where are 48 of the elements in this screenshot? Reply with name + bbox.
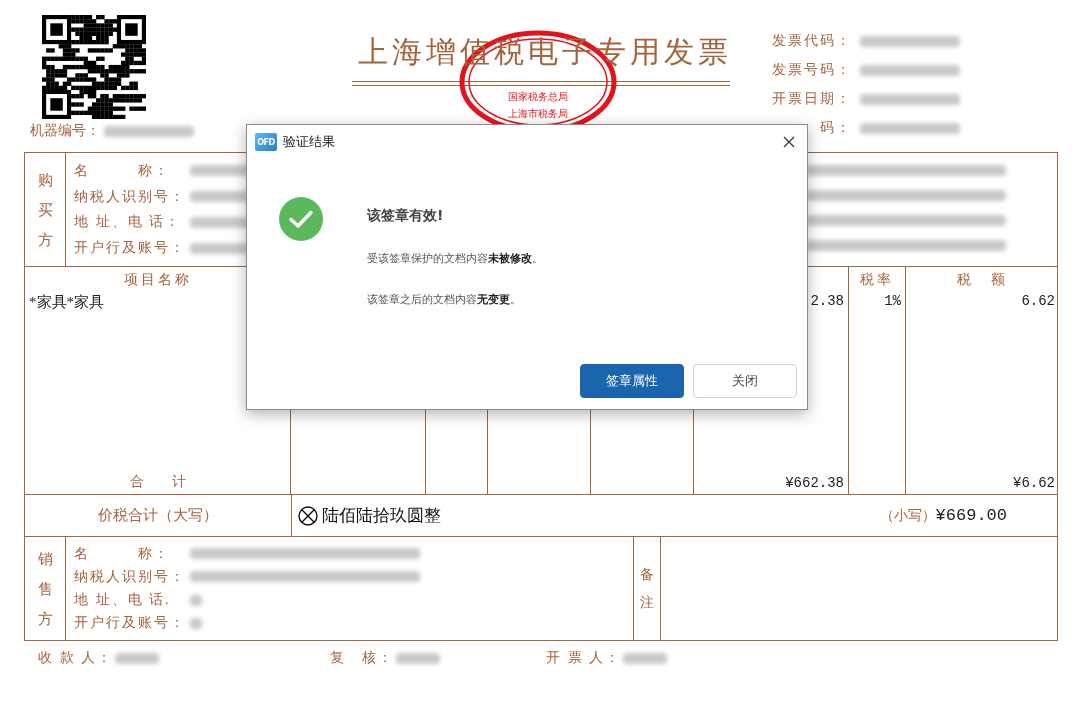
redacted-text	[115, 652, 159, 664]
section-label: 购买方	[37, 170, 53, 250]
field-label: 开 票 人：	[546, 649, 621, 667]
column-header: 税 额	[956, 271, 1009, 289]
table-cell: 1%	[884, 293, 901, 309]
field-label: 价税合计（大写）	[98, 506, 218, 525]
remarks-label: 备注	[640, 565, 654, 612]
field-label: 名 称：	[74, 544, 171, 563]
result-message: 受该签章保护的文档内容未被修改。	[367, 251, 543, 266]
table-cell-text: *家具*家具	[29, 293, 105, 312]
redacted-text	[623, 652, 667, 664]
field-label: 开户行及账号：	[74, 614, 184, 633]
redacted-text	[190, 594, 202, 606]
app-icon: OFD	[255, 133, 277, 151]
field-label: 名 称：	[74, 161, 171, 180]
field-label: 码：	[819, 119, 852, 137]
column-header: 项目名称	[122, 271, 193, 289]
field-label: 收 款 人：	[38, 649, 113, 667]
column-header: 税率	[859, 271, 895, 289]
field-label: 纳税人识别号：	[74, 567, 184, 586]
field-label: （小写）	[879, 507, 936, 525]
redacted-text	[396, 652, 440, 664]
dialog-title: 验证结果	[283, 133, 335, 151]
total-amount: ¥669.00	[935, 506, 1007, 525]
check-icon	[279, 197, 323, 241]
crossed-circle-icon	[298, 505, 318, 526]
total-cell: ¥662.38	[785, 475, 844, 491]
amount-in-words: 陆佰陆拾玖圆整	[322, 505, 441, 527]
table-cell: 6.62	[1021, 293, 1055, 309]
redacted-text	[190, 617, 202, 629]
field-label: 发票代码：	[771, 32, 852, 50]
field-label: 纳税人识别号：	[74, 187, 184, 206]
result-message: 该签章之后的文档内容无变更。	[367, 292, 522, 307]
result-heading: 该签章有效!	[367, 207, 445, 225]
field-label: 地 址、电 话：	[74, 213, 182, 232]
close-dialog-button[interactable]: 关闭	[693, 364, 797, 398]
total-cell: ¥6.62	[1013, 475, 1055, 491]
field-label: 地 址、电 话.	[74, 591, 172, 610]
field-label: 复 核：	[330, 649, 394, 667]
field-label: 发票号码：	[771, 61, 852, 79]
field-label: 开户行及账号：	[74, 239, 184, 258]
table-cell: 2.38	[810, 293, 844, 309]
total-cell-text: 合 计	[128, 473, 187, 491]
signature-properties-button[interactable]: 签章属性	[580, 364, 684, 398]
field-label: 开票日期：	[771, 90, 852, 108]
machine-number-label: 机器编号：	[30, 122, 100, 140]
close-button[interactable]	[781, 134, 797, 150]
section-label: 销售方	[37, 549, 53, 629]
